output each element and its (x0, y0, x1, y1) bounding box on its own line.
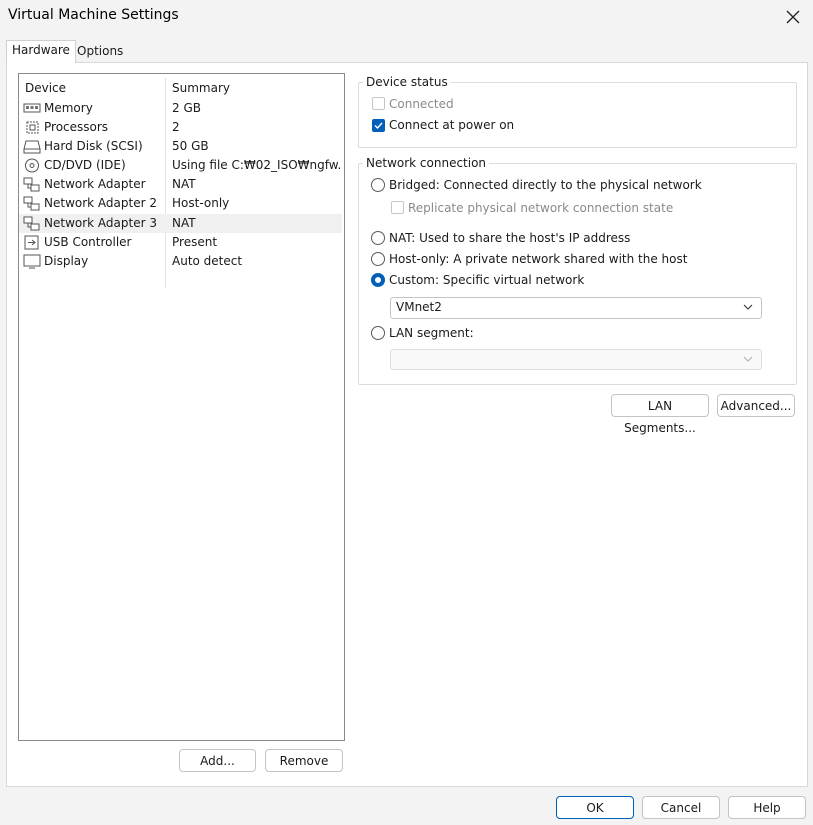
display-icon (23, 254, 41, 269)
device-row-network-adapter-2[interactable]: Network Adapter 2 Host-only (19, 194, 342, 213)
chevron-down-icon (743, 356, 753, 362)
advanced-button[interactable]: Advanced... (717, 394, 795, 417)
device-summary: NAT (172, 216, 196, 230)
processor-icon (26, 121, 39, 134)
lan-segment-label: LAN segment: (389, 326, 474, 340)
add-button[interactable]: Add... (179, 749, 256, 772)
column-header-device[interactable]: Device (25, 74, 66, 102)
device-name: Memory (44, 101, 93, 115)
device-summary: NAT (172, 177, 196, 191)
chevron-down-icon (743, 304, 753, 310)
network-adapter-icon (23, 216, 40, 231)
lan-segment-select[interactable] (390, 349, 762, 370)
device-status-group (358, 82, 797, 148)
checkmark-icon (374, 122, 383, 130)
hard-disk-icon (23, 140, 41, 154)
device-status-title: Device status (363, 75, 451, 89)
device-name: CD/DVD (IDE) (44, 158, 126, 172)
bridged-label: Bridged: Connected directly to the physi… (389, 178, 702, 192)
device-row-display[interactable]: Display Auto detect (19, 252, 342, 271)
bridged-radio[interactable] (371, 178, 385, 192)
custom-label: Custom: Specific virtual network (389, 273, 585, 287)
network-adapter-icon (23, 196, 40, 211)
replicate-label: Replicate physical network connection st… (408, 201, 674, 215)
device-name: Processors (44, 120, 109, 134)
device-row-network-adapter-3[interactable]: Network Adapter 3 NAT (19, 214, 342, 233)
device-row-network-adapter[interactable]: Network Adapter NAT (19, 175, 342, 194)
device-name: USB Controller (44, 235, 132, 249)
tab-options[interactable]: Options (72, 42, 128, 61)
nat-radio[interactable] (371, 231, 385, 245)
replicate-checkbox[interactable] (391, 201, 404, 214)
device-list[interactable]: Device Summary Memory 2 GB Processors 2 … (18, 73, 345, 741)
network-connection-title: Network connection (363, 156, 490, 170)
cancel-button[interactable]: Cancel (642, 796, 720, 819)
lan-segments-button[interactable]: LAN Segments... (611, 394, 709, 435)
device-name: Hard Disk (SCSI) (44, 139, 143, 153)
device-name: Network Adapter 3 (44, 216, 157, 230)
device-summary: Using file C:₩02_ISO₩ngfw... (172, 158, 340, 172)
connect-at-power-on-checkbox[interactable] (372, 119, 385, 132)
connect-at-power-on-label: Connect at power on (389, 118, 515, 132)
device-row-hard-disk[interactable]: Hard Disk (SCSI) 50 GB (19, 137, 342, 156)
window-title: Virtual Machine Settings (8, 7, 179, 23)
device-row-processors[interactable]: Processors 2 (19, 118, 342, 137)
connected-checkbox[interactable] (372, 97, 385, 110)
nat-label: NAT: Used to share the host's IP address (389, 231, 631, 245)
connected-label: Connected (389, 97, 454, 111)
custom-network-select[interactable]: VMnet2 (390, 297, 762, 319)
device-summary: 2 GB (172, 101, 201, 115)
device-row-cd-dvd[interactable]: CD/DVD (IDE) Using file C:₩02_ISO₩ngfw..… (19, 156, 342, 175)
memory-icon (23, 103, 41, 113)
cd-dvd-icon (25, 158, 39, 173)
close-button[interactable] (781, 5, 805, 29)
column-header-summary[interactable]: Summary (172, 74, 230, 102)
device-row-usb-controller[interactable]: USB Controller Present (19, 233, 342, 252)
ok-button[interactable]: OK (556, 796, 634, 819)
device-row-memory[interactable]: Memory 2 GB (19, 99, 342, 118)
host-only-radio[interactable] (371, 252, 385, 266)
help-button[interactable]: Help (728, 796, 806, 819)
device-name: Network Adapter (44, 177, 146, 191)
device-summary: 2 (172, 120, 180, 134)
host-only-label: Host-only: A private network shared with… (389, 252, 688, 266)
device-summary: 50 GB (172, 139, 209, 153)
custom-radio[interactable] (371, 273, 385, 287)
usb-icon (24, 235, 39, 250)
tab-hardware[interactable]: Hardware (6, 40, 76, 63)
device-summary: Host-only (172, 196, 230, 210)
device-name: Network Adapter 2 (44, 196, 157, 210)
device-summary: Present (172, 235, 218, 249)
network-adapter-icon (23, 177, 40, 192)
lan-segment-radio[interactable] (371, 326, 385, 340)
close-icon (786, 10, 800, 24)
device-summary: Auto detect (172, 254, 243, 268)
remove-button[interactable]: Remove (265, 749, 343, 772)
custom-network-value: VMnet2 (396, 300, 442, 314)
device-name: Display (44, 254, 89, 268)
